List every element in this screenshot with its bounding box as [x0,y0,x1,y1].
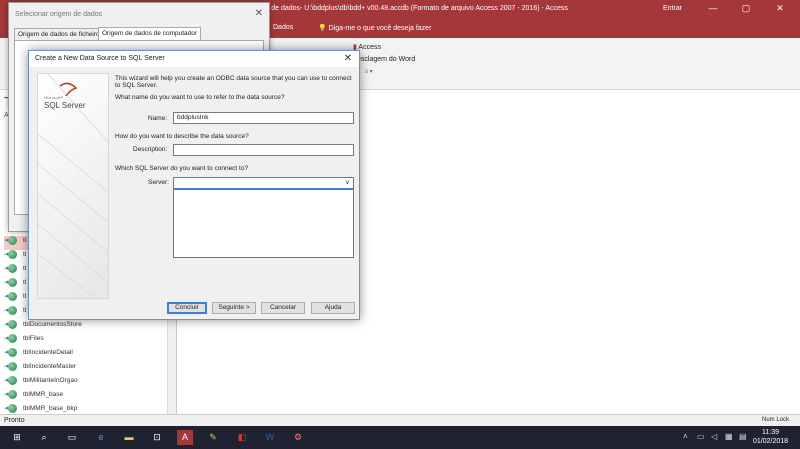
ribbon-more-button[interactable]: s ▾ [365,68,373,75]
name-input[interactable]: bddplusInk [173,112,354,124]
nav-item-label: tblFiles [23,335,44,342]
clock[interactable]: 11:39 01/02/2018 [753,428,788,446]
nav-table-item[interactable]: ➜ tblMilitanteInOrgao [4,376,164,390]
close-button[interactable]: ✕ [765,3,795,14]
file-explorer-icon[interactable]: ▬ [121,430,137,445]
description-question: How do you want to describe the data sou… [115,133,249,140]
linked-table-globe-icon [8,404,17,413]
ribbon-word-merge-button[interactable]: esclagem do Word [357,56,415,63]
linked-table-globe-icon [8,334,17,343]
cancel-button[interactable]: Cancelar [261,302,305,314]
nav-item-label: tblIncidenteDetail [23,349,73,356]
task-view-icon[interactable]: ▭ [64,430,80,445]
linked-table-globe-icon [8,376,17,385]
nav-table-item[interactable]: ➜ tblIncidenteDetail [4,348,164,362]
nav-item-label: tl [23,307,27,314]
access-taskbar-icon[interactable]: A [177,430,193,445]
create-data-source-dialog: Create a New Data Source to SQL Server ✕… [28,50,360,320]
server-combobox[interactable]: ∨ [173,177,354,189]
tab-file-data-source[interactable]: Origem de dados de ficheiro [14,28,104,40]
tab-machine-data-source[interactable]: Origem de dados de computador [98,27,202,40]
app-icon-2[interactable]: ◧ [234,430,250,445]
volume-icon[interactable]: ◁ [711,432,717,441]
app-icon-3[interactable]: ⚙ [290,430,306,445]
server-dropdown-list[interactable] [173,189,354,258]
window-title: nco de dados- U:\bddplus\db\bdd+ v00.48.… [258,5,568,12]
nav-item-label: tl [23,251,27,258]
sql-server-brand: SQL Server [44,101,86,110]
sign-in-link[interactable]: Entrar [663,5,682,12]
name-label: Name: [148,115,168,122]
description-label: Description: [133,146,168,153]
tab-external-data[interactable]: Dados [273,24,293,31]
nav-item-label: tl [23,237,27,244]
tell-me-text: Diga-me o que você deseja fazer [328,25,432,32]
select-window-title: Selecionar origem de dados [15,11,103,18]
select-window-close-button[interactable]: ✕ [255,8,263,19]
linked-table-globe-icon [8,320,17,329]
server-question: Which SQL Server do you want to connect … [115,165,249,172]
microsoft-logo-text: Microsoft® [44,95,64,100]
network-icon[interactable]: ▭ [697,432,705,441]
nav-table-item[interactable]: ➜ tblIncidenteMaster [4,362,164,376]
store-icon[interactable]: ⊡ [149,430,165,445]
wizard-intro: This wizard will help you create an ODBC… [115,75,352,89]
description-input[interactable] [173,144,354,156]
minimize-button[interactable]: — [698,3,728,13]
nav-item-label: tblIncidenteMaster [23,363,77,370]
windows-start-icon[interactable]: ⊞ [9,430,25,445]
search-icon[interactable]: ⌕ [36,430,52,445]
linked-table-globe-icon [8,348,17,357]
nav-table-item[interactable]: ➜ tblFiles [4,334,164,348]
linked-table-globe-icon [8,278,17,287]
server-label: Server: [148,179,169,186]
linked-table-globe-icon [8,292,17,301]
clock-time: 11:39 [762,429,780,436]
nav-item-label: tblMilitanteInOrgao [23,377,78,384]
ribbon-access-label: Access [358,44,381,51]
linked-table-globe-icon [8,236,17,245]
finish-button[interactable]: Concluir [167,302,207,314]
dialog-close-button[interactable]: ✕ [344,53,352,64]
word-icon[interactable]: W [262,430,278,445]
help-button[interactable]: Ajuda [311,302,355,314]
nav-table-item[interactable]: ➜ tblDocumentosStore [4,320,164,334]
status-text: Pronto [4,417,25,424]
status-bar: Pronto Num Lock [0,414,800,426]
language-icon[interactable]: ▦ [725,432,733,441]
notification-icon[interactable]: ▤ [739,432,747,441]
sql-server-sidebar-image: Microsoft® SQL Server [37,73,109,299]
name-question: What name do you want to use to refer to… [115,94,285,101]
maximize-button[interactable]: ▢ [731,3,761,14]
nav-item-label: tblMMR_base_bkp [23,405,78,412]
clock-date: 01/02/2018 [753,438,789,445]
nav-table-item[interactable]: ➜ tblMMR_base [4,390,164,404]
nav-item-label: tl [23,265,27,272]
linked-table-globe-icon [8,362,17,371]
dialog-title-bar: Create a New Data Source to SQL Server ✕ [29,51,359,67]
tell-me-box[interactable]: 💡 Diga-me o que você deseja fazer [318,24,431,32]
linked-table-globe-icon [8,306,17,315]
nav-item-label: tblDocumentosStore [23,321,82,328]
nav-item-label: tl [23,279,27,286]
linked-table-globe-icon [8,250,17,259]
nav-item-label: tl [23,293,27,300]
chevron-down-icon[interactable]: ∨ [342,178,353,188]
edge-icon[interactable]: e [93,430,109,445]
app-icon-1[interactable]: ✎ [205,430,221,445]
tray-chevron-icon[interactable]: ˄ [683,432,688,441]
dialog-title: Create a New Data Source to SQL Server [35,55,165,62]
num-lock-indicator: Num Lock [762,417,790,423]
next-button[interactable]: Seguinte > [212,302,256,314]
taskbar: ⊞ ⌕ ▭ e ▬ ⊡ A ✎ ◧ W ⚙ ˄ ▭ ◁ ▦ ▤ 11:39 01… [0,426,800,449]
lightbulb-icon: 💡 [318,25,329,32]
linked-table-globe-icon [8,390,17,399]
linked-table-globe-icon [8,264,17,273]
nav-item-label: tblMMR_base [23,391,64,398]
